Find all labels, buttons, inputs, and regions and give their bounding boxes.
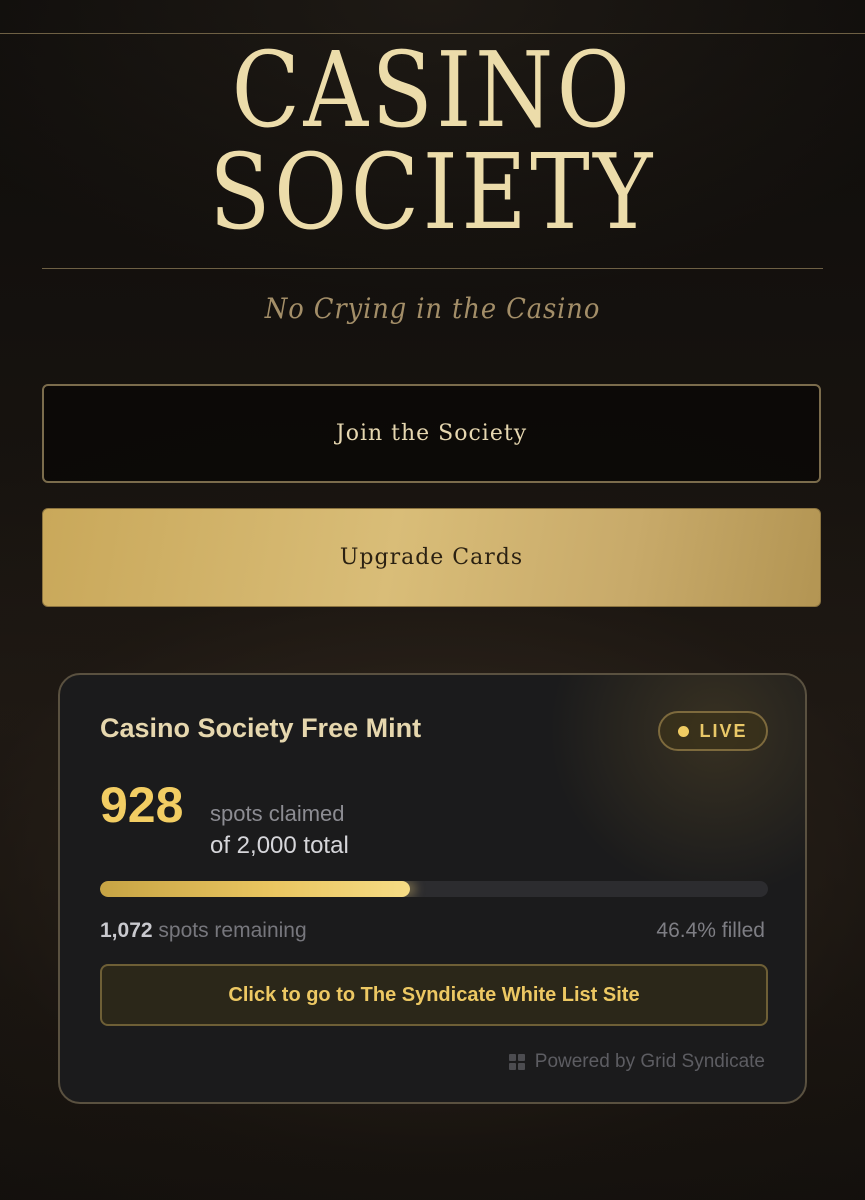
whitelist-site-button[interactable]: Click to go to The Syndicate White List … (100, 964, 768, 1026)
free-mint-card: Casino Society Free Mint LIVE 928 spots … (58, 673, 807, 1104)
tagline: No Crying in the Casino (264, 292, 601, 325)
claimed-label: spots claimed (210, 801, 345, 826)
live-status-label: LIVE (699, 720, 748, 741)
brand-title-line-1: CASINO (231, 29, 634, 151)
title-divider (42, 268, 823, 269)
grid-icon (508, 1054, 525, 1070)
remaining-count: 1,072 (100, 919, 153, 942)
live-status-badge: LIVE (658, 711, 768, 751)
live-dot-icon (678, 725, 690, 737)
upgrade-cards-button[interactable]: Upgrade Cards (42, 508, 821, 607)
brand-title-line-2: SOCIETY (209, 131, 656, 253)
total-spots-label: of 2,000 total (210, 832, 349, 859)
filled-percentage: 46.4% filled (656, 919, 765, 942)
remaining-label: spots remaining (158, 919, 307, 942)
mint-progress-fill (100, 881, 410, 897)
mint-progress-bar (100, 881, 768, 897)
powered-by-label: Powered by Grid Syndicate (534, 1051, 765, 1072)
powered-by[interactable]: Powered by Grid Syndicate (508, 1051, 765, 1073)
brand-title: CASINO SOCIETY (61, 38, 805, 244)
mint-card-title: Casino Society Free Mint (100, 713, 422, 743)
claimed-count: 928 (100, 777, 184, 833)
join-society-button[interactable]: Join the Society (42, 384, 821, 483)
remaining-spots: 1,072 spots remaining (100, 919, 307, 943)
